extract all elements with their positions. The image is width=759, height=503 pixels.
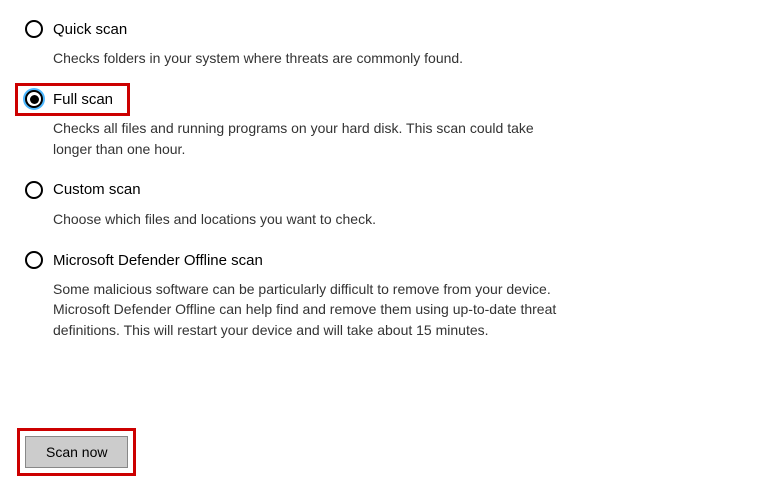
custom-scan-option: Custom scan Choose which files and locat…: [25, 181, 739, 229]
quick-scan-label: Quick scan: [53, 21, 127, 38]
radio-icon: [25, 181, 43, 199]
offline-scan-option: Microsoft Defender Offline scan Some mal…: [25, 251, 739, 340]
scan-now-wrap: Scan now: [25, 436, 128, 468]
radio-icon-selected: [25, 90, 43, 108]
full-scan-radio-row[interactable]: Full scan: [25, 90, 739, 108]
full-scan-desc: Checks all files and running programs on…: [53, 118, 573, 159]
offline-scan-desc: Some malicious software can be particula…: [53, 279, 573, 340]
custom-scan-label: Custom scan: [53, 181, 141, 198]
custom-scan-desc: Choose which files and locations you wan…: [53, 209, 573, 229]
custom-scan-radio-row[interactable]: Custom scan: [25, 181, 739, 199]
quick-scan-radio-row[interactable]: Quick scan: [25, 20, 739, 38]
quick-scan-desc: Checks folders in your system where thre…: [53, 48, 573, 68]
offline-scan-radio-row[interactable]: Microsoft Defender Offline scan: [25, 251, 739, 269]
radio-icon: [25, 20, 43, 38]
offline-scan-label: Microsoft Defender Offline scan: [53, 252, 263, 269]
quick-scan-option: Quick scan Checks folders in your system…: [25, 20, 739, 68]
full-scan-label: Full scan: [53, 91, 113, 108]
radio-icon: [25, 251, 43, 269]
full-scan-option: Full scan Checks all files and running p…: [25, 90, 739, 159]
scan-now-button[interactable]: Scan now: [25, 436, 128, 468]
